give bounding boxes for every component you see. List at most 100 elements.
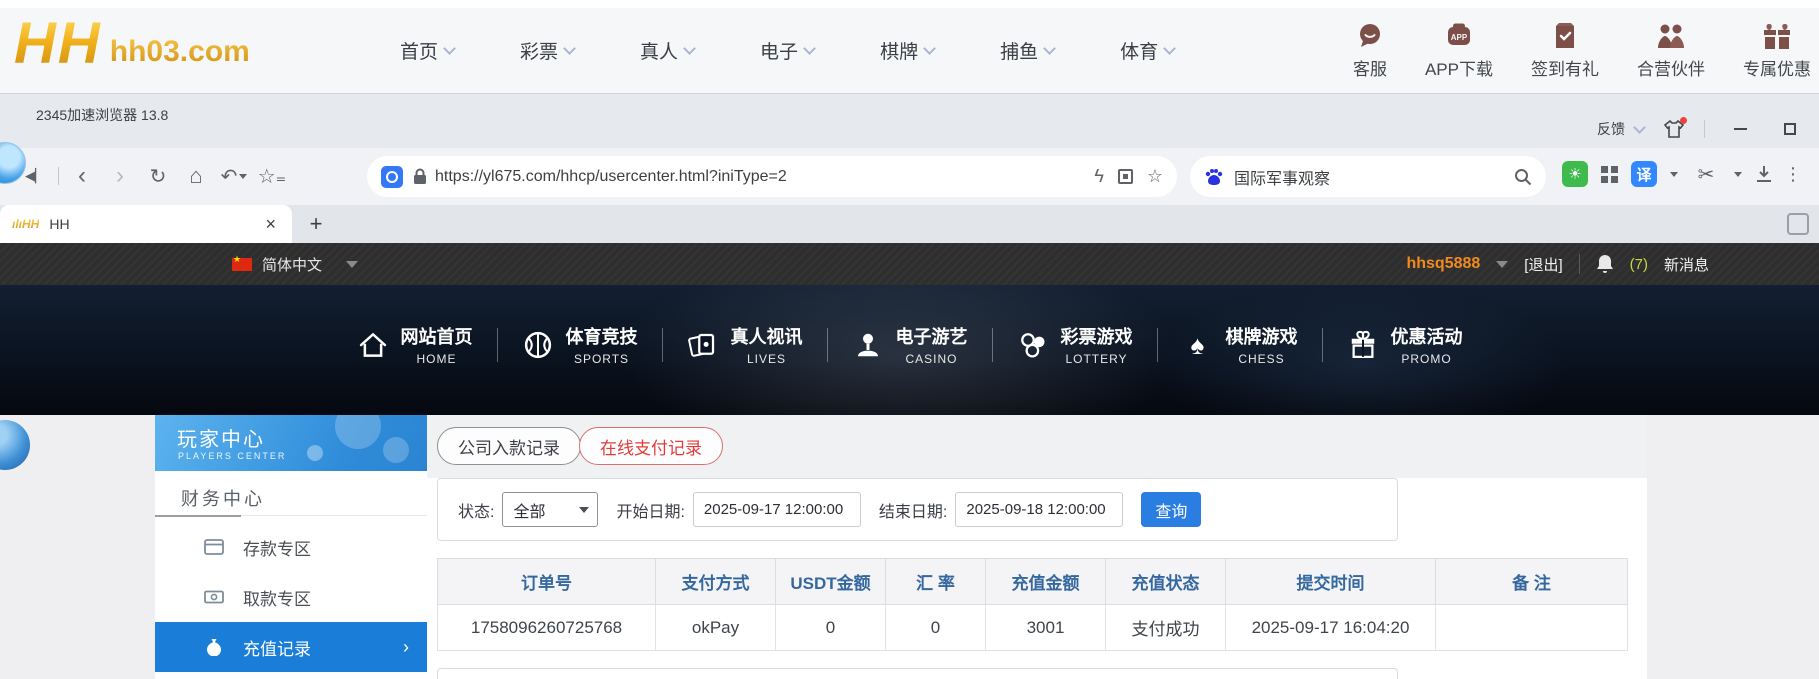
main-nav-sports[interactable]: 体育竞技SPORTS — [498, 323, 662, 366]
bookmark-star-icon[interactable]: ☆ — [1147, 166, 1163, 187]
site-nav-lottery[interactable]: 彩票 — [520, 37, 574, 64]
baidu-paw-icon — [1204, 168, 1224, 186]
col-recharge-status: 充值状态 — [1106, 559, 1226, 605]
screenshot-icon[interactable] — [1118, 169, 1133, 184]
cell-order-number: 1758096260725768 — [438, 605, 656, 651]
tab-strip: ılıHH HH × + — [0, 205, 1819, 243]
site-nav-fishing[interactable]: 捕鱼 — [1000, 37, 1054, 64]
new-messages-link[interactable]: 新消息 — [1664, 254, 1709, 275]
address-bar[interactable]: https://yl675.com/hhcp/usercenter.html?i… — [367, 156, 1177, 197]
nav-label-zh: 体育竞技 — [566, 323, 638, 349]
end-date-input[interactable] — [955, 492, 1123, 527]
maximize-button[interactable] — [1775, 118, 1805, 140]
user-dropdown-caret-icon[interactable] — [1496, 261, 1508, 268]
sidebar-title: 玩家中心 — [177, 423, 265, 452]
browser-toolbar: ◀▏ ‹ › ↻ ⌂ ↶ ☆₌ https://yl675.com/hhcp/u… — [0, 148, 1819, 205]
tab-title: HH — [49, 216, 261, 232]
search-box[interactable]: 国际军事观察 — [1190, 156, 1546, 197]
main-nav-lives[interactable]: 真人视讯LIVES — [663, 323, 827, 366]
site-safety-icon[interactable] — [381, 166, 403, 188]
lightning-icon[interactable]: ϟ — [1094, 166, 1104, 187]
main-nav-promo[interactable]: 优惠活动PROMO — [1323, 323, 1487, 366]
forward-icon[interactable]: › — [105, 161, 135, 191]
col-payment-method: 支付方式 — [656, 559, 776, 605]
col-order-number: 订单号 — [438, 559, 656, 605]
apps-grid-icon[interactable] — [1601, 166, 1618, 183]
site-nav-live[interactable]: 真人 — [640, 37, 694, 64]
query-button[interactable]: 查询 — [1141, 492, 1201, 527]
chevron-down-icon — [563, 42, 576, 55]
divider — [58, 167, 59, 185]
nav-label-zh: 彩票游戏 — [1061, 323, 1133, 349]
search-query-text[interactable]: 国际军事观察 — [1234, 165, 1514, 189]
sidebar-item-deposit[interactable]: 存款专区 — [155, 522, 427, 572]
end-date-label: 结束日期: — [879, 498, 947, 522]
maximize-icon — [1784, 123, 1796, 135]
translate-dropdown-icon[interactable] — [1670, 172, 1678, 177]
sidebar-item-recharge-records[interactable]: 充值记录 › — [155, 622, 427, 672]
new-tab-button[interactable]: + — [300, 209, 332, 239]
chevron-down-icon — [923, 42, 936, 55]
col-remark: 备 注 — [1436, 559, 1628, 605]
site-nav-home[interactable]: 首页 — [400, 37, 454, 64]
site-nav-slots[interactable]: 电子 — [760, 37, 814, 64]
user-bar-right: hhsq5888 [退出] (7) 新消息 — [1406, 243, 1709, 285]
minimize-button[interactable] — [1725, 118, 1755, 140]
sidebar-item-withdraw[interactable]: 取款专区 — [155, 572, 427, 622]
site-nav-sports[interactable]: 体育 — [1120, 37, 1174, 64]
theme-skin-button[interactable] — [1664, 120, 1684, 138]
chevron-down-icon — [1633, 121, 1646, 134]
partners-link[interactable]: 合营伙伴 — [1637, 21, 1705, 80]
url-text[interactable]: https://yl675.com/hhcp/usercenter.html?i… — [435, 168, 1094, 186]
site-nav-label: 首页 — [400, 37, 438, 64]
search-icon[interactable] — [1514, 168, 1532, 186]
back-icon[interactable]: ‹ — [67, 161, 97, 191]
chevron-right-icon: › — [403, 637, 409, 658]
app-download-link[interactable]: APP APP下载 — [1425, 21, 1493, 80]
customer-service-link[interactable]: 客服 — [1353, 21, 1387, 80]
start-date-input[interactable] — [693, 492, 861, 527]
close-tab-icon[interactable]: × — [261, 214, 280, 235]
tab-tools-icon[interactable] — [1787, 213, 1809, 235]
favorites-icon[interactable]: ☆₌ — [257, 161, 287, 191]
feedback-button[interactable]: 反馈 — [1597, 119, 1644, 139]
more-menu-icon[interactable]: ⋮ — [1786, 159, 1800, 189]
bell-icon[interactable] — [1596, 254, 1614, 274]
site-header: HH hh03.com 首页 彩票 真人 电子 棋牌 捕鱼 体育 客服 APP — [0, 0, 1819, 93]
exclusive-offer-link[interactable]: 专属优惠 — [1743, 21, 1811, 80]
quick-link-label: 合营伙伴 — [1637, 55, 1705, 80]
eye-protect-icon[interactable]: ☀ — [1562, 161, 1588, 187]
reload-icon[interactable]: ↻ — [143, 161, 173, 191]
site-nav-chess[interactable]: 棋牌 — [880, 37, 934, 64]
tab-online-payment-records[interactable]: 在线支付记录 — [579, 427, 723, 465]
home-icon[interactable]: ⌂ — [181, 161, 211, 191]
table-header-row: 订单号 支付方式 USDT金额 汇 率 充值金额 充值状态 提交时间 备 注 — [438, 559, 1628, 605]
site-logo[interactable]: HH hh03.com — [14, 10, 250, 77]
main-nav-casino[interactable]: 电子游艺CASINO — [828, 323, 992, 366]
status-select[interactable]: 全部 — [502, 492, 598, 527]
site-nav: 首页 彩票 真人 电子 棋牌 捕鱼 体育 — [400, 8, 1174, 93]
main-nav-chess[interactable]: ♠ 棋牌游戏CHESS — [1158, 323, 1322, 366]
site-nav-label: 真人 — [640, 37, 678, 64]
main-nav-items: 网站首页HOME 体育竞技SPORTS 真人视讯LIVES — [0, 323, 1819, 366]
main-nav-home[interactable]: 网站首页HOME — [333, 323, 497, 366]
tab-company-deposit-records[interactable]: 公司入款记录 — [437, 427, 581, 465]
main-nav-lottery[interactable]: 彩票游戏LOTTERY — [993, 323, 1157, 366]
username-text[interactable]: hhsq5888 — [1406, 255, 1480, 273]
chevron-down-icon — [443, 42, 456, 55]
scissors-dropdown-icon[interactable] — [1734, 172, 1742, 177]
col-exchange-rate: 汇 率 — [886, 559, 986, 605]
nav-label-en: LIVES — [747, 352, 786, 366]
china-flag-icon — [232, 258, 252, 271]
scissors-icon[interactable]: ✂ — [1691, 159, 1721, 189]
feedback-label: 反馈 — [1597, 119, 1625, 139]
undo-icon[interactable]: ↶ — [219, 161, 249, 191]
translate-icon[interactable]: 译 — [1631, 161, 1657, 187]
browser-tab-active[interactable]: ılıHH HH × — [0, 205, 292, 243]
cards-icon — [687, 329, 719, 361]
logout-link[interactable]: [退出] — [1524, 254, 1562, 275]
signin-gift-link[interactable]: 签到有礼 — [1531, 21, 1599, 80]
download-icon[interactable] — [1755, 165, 1773, 183]
app-download-icon: APP — [1444, 21, 1474, 51]
language-selector[interactable]: 简体中文 — [232, 243, 358, 285]
